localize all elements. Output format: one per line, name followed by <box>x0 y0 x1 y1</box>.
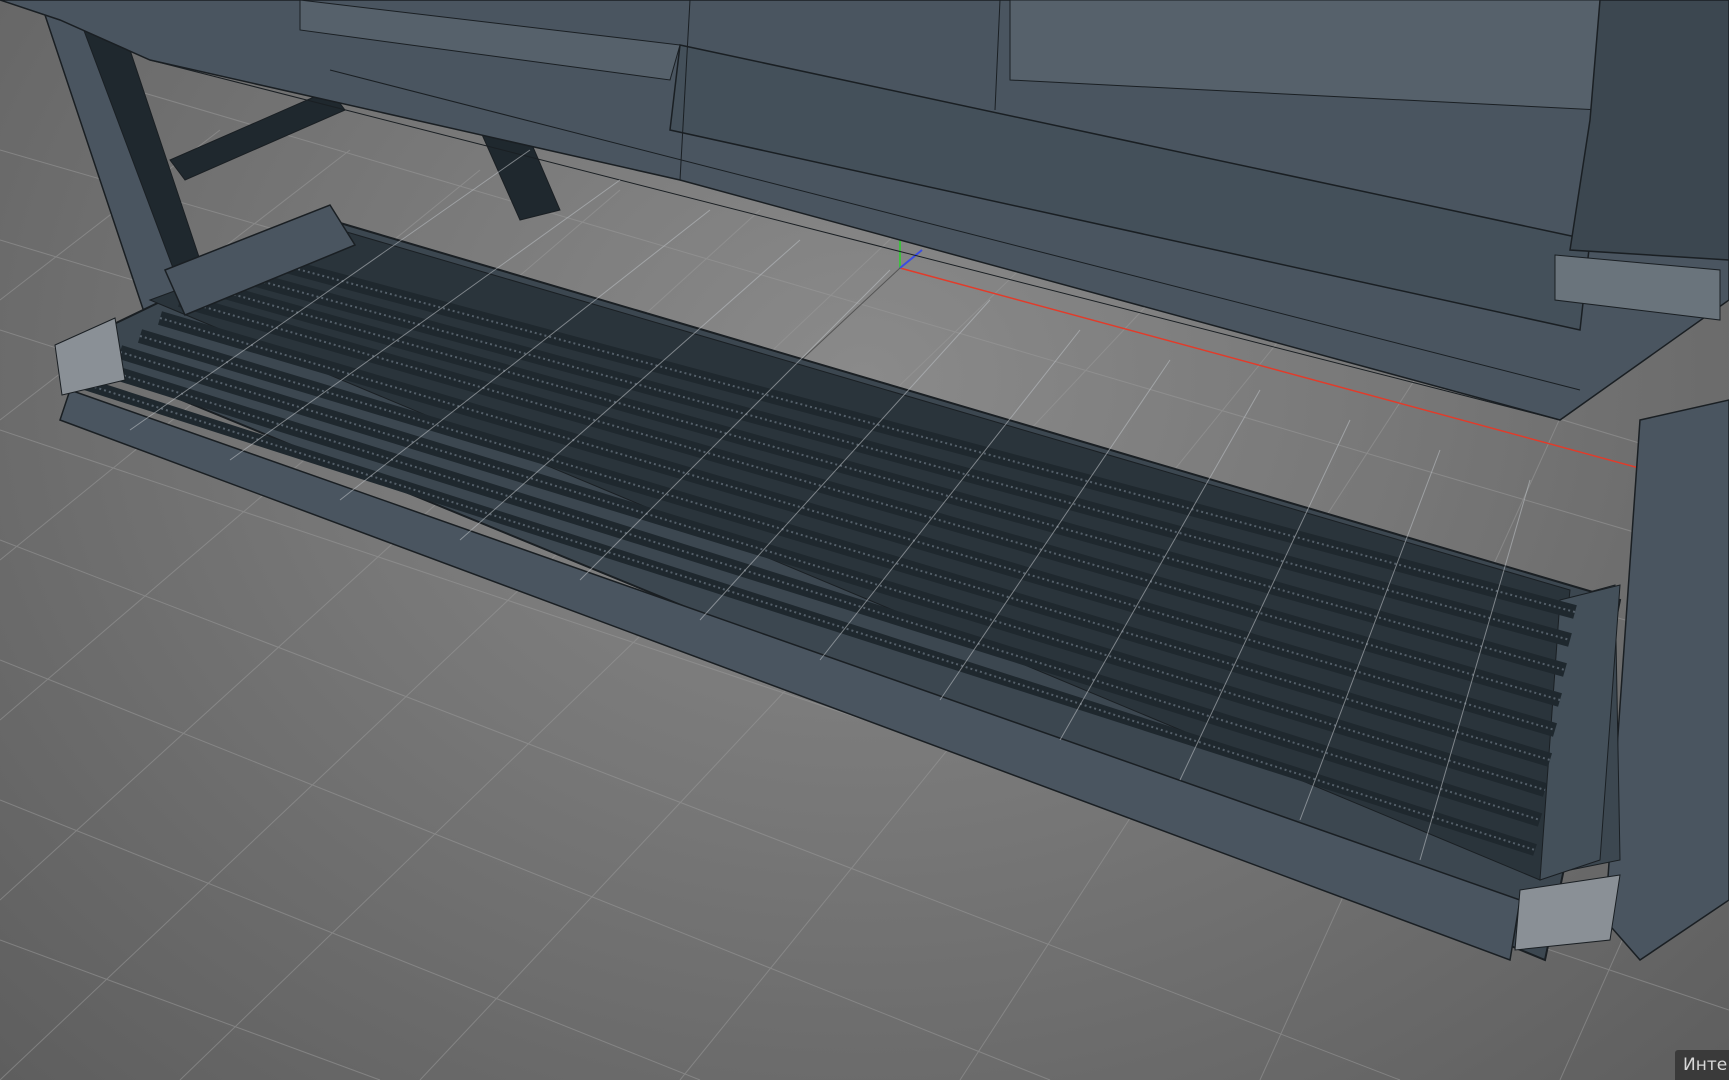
3d-viewport[interactable]: Инте <box>0 0 1729 1080</box>
status-label: Инте <box>1675 1050 1729 1080</box>
viewport-scene[interactable] <box>0 0 1729 1080</box>
